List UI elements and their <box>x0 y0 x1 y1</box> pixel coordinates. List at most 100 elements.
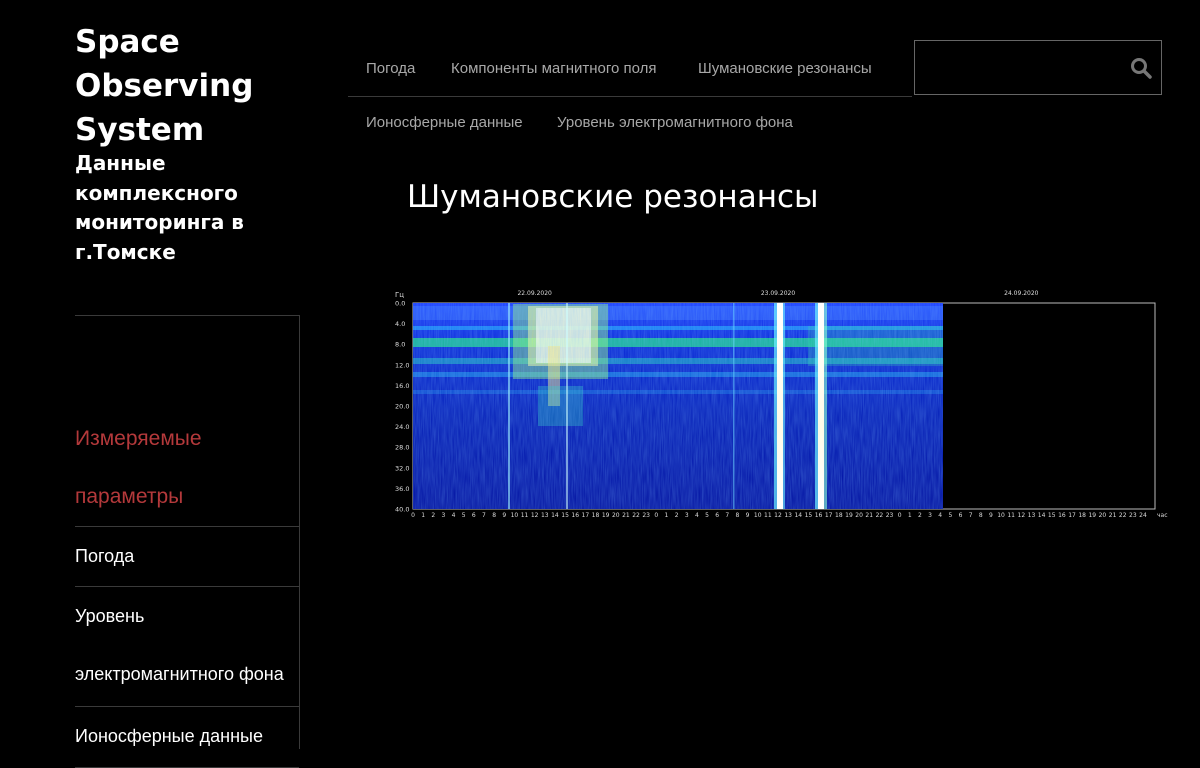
y-tick-label: 0.0 <box>395 300 405 308</box>
x-tick-label: 24 <box>1139 512 1147 519</box>
x-tick-label: 20 <box>612 512 620 519</box>
x-tick-label: 4 <box>938 512 942 519</box>
y-tick-label: 24.0 <box>395 423 409 431</box>
schumann-spectrogram: Гц0.0 4.0 8.0 12.0 16.0 20.0 24.0 28.0 32.0 36.0 4… <box>395 290 1168 519</box>
x-tick-label: 10 <box>511 512 519 519</box>
site-tagline-line: комплексного <box>75 180 238 205</box>
sidebar-item-label: электромагнитного фона <box>75 664 284 684</box>
x-tick-label: 9 <box>502 512 506 519</box>
x-tick-label: 23 <box>642 512 650 519</box>
x-tick-label: 5 <box>462 512 466 519</box>
x-tick-label: 15 <box>1048 512 1056 519</box>
nav-item-em-background[interactable]: Уровень электромагнитного фона <box>557 114 793 131</box>
date-labels: 22.09.2020 23.09.2020 24.09.2020 <box>517 290 1038 297</box>
x-tick-label: 13 <box>784 512 792 519</box>
spectrogram-data <box>413 303 943 509</box>
x-tick-label: 17 <box>582 512 590 519</box>
sidebar-item-ionosphere[interactable]: Ионосферные данные <box>75 707 299 768</box>
y-unit-label: Гц <box>395 291 404 299</box>
x-tick-label: 13 <box>541 512 549 519</box>
x-tick-label: 19 <box>845 512 853 519</box>
x-tick-label: 0 <box>654 512 658 519</box>
date-label: 22.09.2020 <box>517 290 552 297</box>
x-tick-label: 7 <box>482 512 486 519</box>
nav-item-schumann[interactable]: Шумановские резонансы <box>698 60 872 77</box>
top-nav: Погода Компоненты магнитного поля Шумано… <box>348 40 912 97</box>
sidebar-heading: Измеряемые параметры <box>75 410 299 527</box>
x-tick-label: 22 <box>876 512 884 519</box>
site-title[interactable]: Space Observing System <box>75 20 295 152</box>
x-tick-label: 12 <box>1018 512 1026 519</box>
x-tick-label: 2 <box>431 512 435 519</box>
x-tick-label: 14 <box>551 512 559 519</box>
x-tick-label: 3 <box>685 512 689 519</box>
y-tick-label: 16.0 <box>395 382 409 390</box>
x-tick-label: 10 <box>754 512 762 519</box>
y-tick-label: 32.0 <box>395 464 409 472</box>
x-tick-label: 6 <box>959 512 963 519</box>
x-tick-label: 9 <box>746 512 750 519</box>
search-input[interactable] <box>915 41 1115 94</box>
x-tick-label: 10 <box>997 512 1005 519</box>
x-tick-label: 16 <box>571 512 579 519</box>
search-icon[interactable] <box>1130 57 1152 79</box>
x-tick-label: 20 <box>855 512 863 519</box>
sidebar-heading-line: Измеряемые <box>75 427 202 450</box>
sidebar-item-label: Ионосферные данные <box>75 726 263 746</box>
x-tick-label: 3 <box>442 512 446 519</box>
date-label: 24.09.2020 <box>1004 290 1039 297</box>
x-tick-label: 20 <box>1099 512 1107 519</box>
x-tick-label: 22 <box>1119 512 1127 519</box>
x-tick-label: 7 <box>725 512 729 519</box>
sidebar-item-label: Уровень <box>75 606 145 626</box>
x-tick-label: 8 <box>979 512 983 519</box>
x-tick-label: 21 <box>1109 512 1117 519</box>
y-tick-label: 12.0 <box>395 361 409 369</box>
x-tick-label: 8 <box>492 512 496 519</box>
site-tagline-line: г.Томске <box>75 239 176 264</box>
x-tick-label: 3 <box>928 512 932 519</box>
x-tick-label: 8 <box>736 512 740 519</box>
x-tick-label: 11 <box>764 512 772 519</box>
site-title-line: System <box>75 112 205 148</box>
x-tick-label: 12 <box>774 512 782 519</box>
nav-item-magnetic-field[interactable]: Компоненты магнитного поля <box>451 60 657 77</box>
x-tick-label: 14 <box>1038 512 1046 519</box>
x-tick-label: 15 <box>561 512 569 519</box>
site-tagline-line: мониторинга в <box>75 210 244 234</box>
sidebar-item-em-background[interactable]: Уровень электромагнитного фона <box>75 587 299 707</box>
y-tick-label: 28.0 <box>395 444 409 452</box>
x-tick-label: 18 <box>592 512 600 519</box>
y-tick-label: 4.0 <box>395 320 405 328</box>
nav-item-ionosphere[interactable]: Ионосферные данные <box>366 114 523 131</box>
x-tick-label: 1 <box>665 512 669 519</box>
x-tick-label: 18 <box>1078 512 1086 519</box>
x-tick-label: 11 <box>521 512 529 519</box>
nav-item-weather[interactable]: Погода <box>366 60 415 77</box>
sidebar-item-weather[interactable]: Погода <box>75 527 299 587</box>
x-tick-label: 21 <box>622 512 630 519</box>
x-tick-label: 18 <box>835 512 843 519</box>
x-tick-label: 2 <box>918 512 922 519</box>
x-tick-label: 11 <box>1007 512 1015 519</box>
x-tick-label: 2 <box>675 512 679 519</box>
search-box <box>914 40 1162 95</box>
y-axis: Гц0.0 4.0 8.0 12.0 16.0 20.0 24.0 28.0 32.0 36.0 4… <box>395 291 409 514</box>
sidebar-heading-line: параметры <box>75 485 184 508</box>
x-tick-label: 12 <box>531 512 539 519</box>
site-tagline: Данные комплексного мониторинга в г.Томс… <box>75 149 305 267</box>
x-tick-label: 22 <box>632 512 640 519</box>
x-tick-label: 0 <box>411 512 415 519</box>
sidebar-menu: Измеряемые параметры Погода Уровень элек… <box>75 315 300 768</box>
date-label: 23.09.2020 <box>761 290 796 297</box>
x-tick-label: 4 <box>695 512 699 519</box>
x-tick-label: 16 <box>1058 512 1066 519</box>
x-tick-label: 19 <box>602 512 610 519</box>
site-tagline-line: Данные <box>75 151 166 175</box>
x-tick-label: 21 <box>865 512 873 519</box>
x-tick-label: 13 <box>1028 512 1036 519</box>
y-tick-label: 40.0 <box>395 506 409 514</box>
x-tick-label: 9 <box>989 512 993 519</box>
x-tick-label: 4 <box>452 512 456 519</box>
site-title-line: Space <box>75 24 180 60</box>
